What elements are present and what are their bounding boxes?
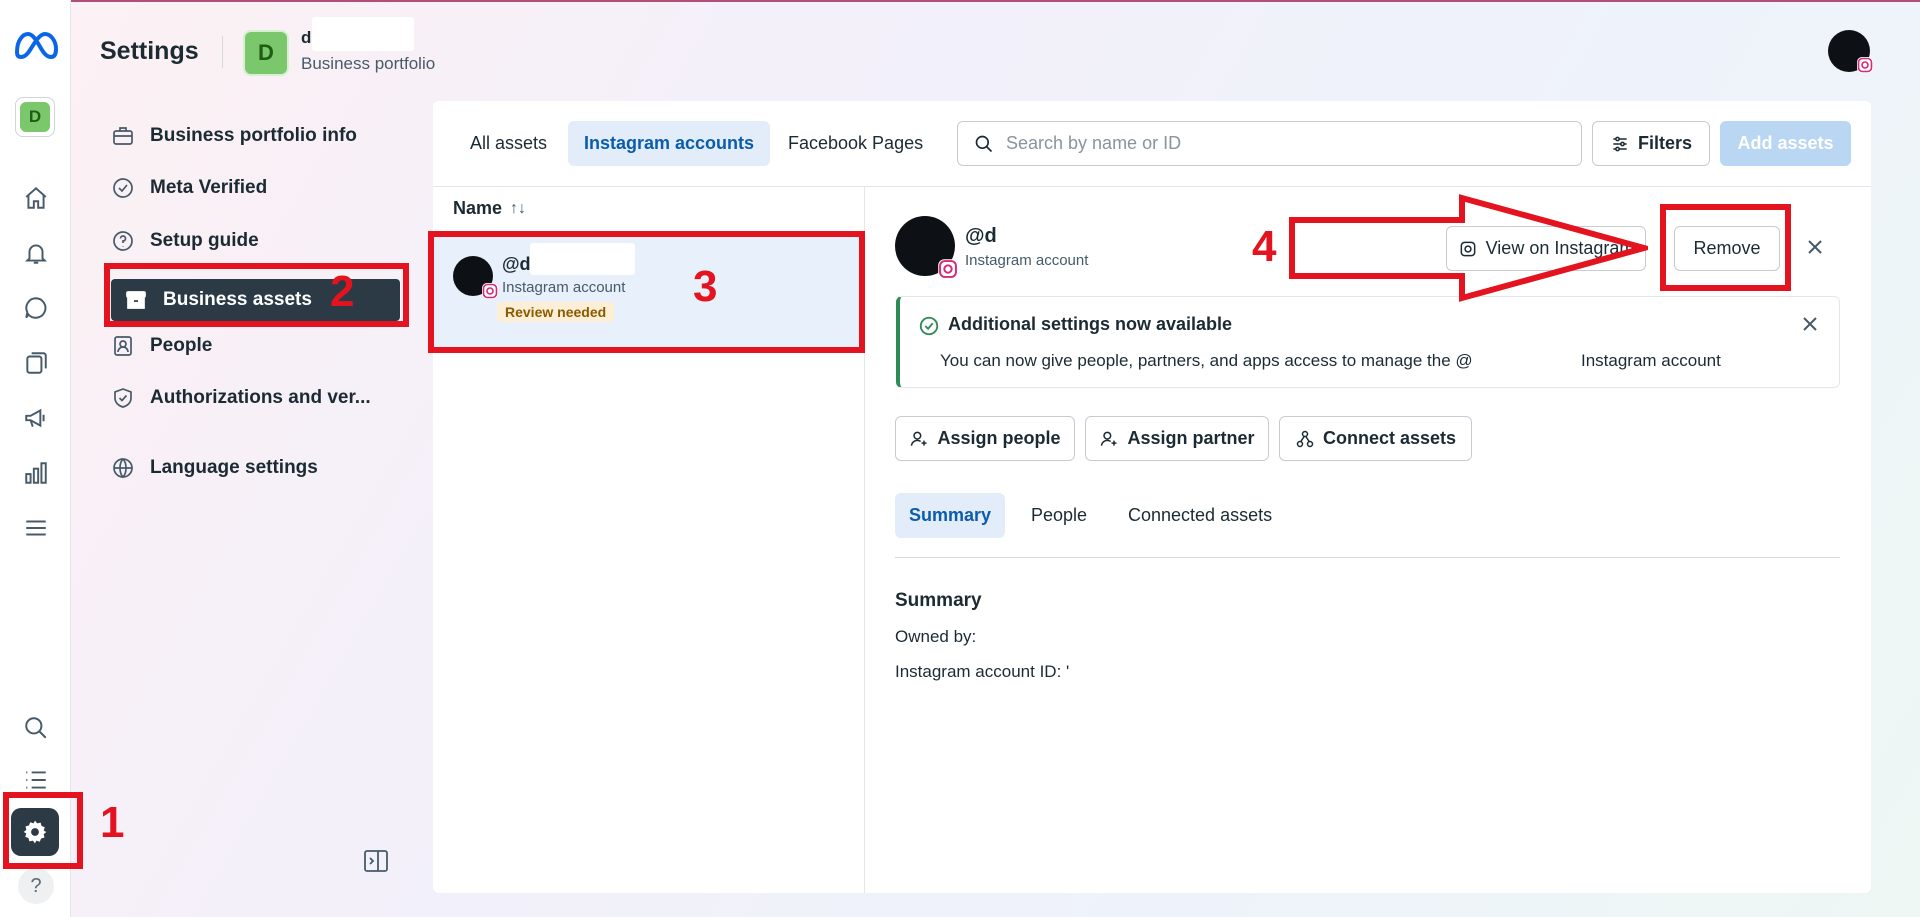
briefcase-icon [110, 123, 136, 149]
connect-nodes-icon [1296, 430, 1314, 447]
ads-megaphone-icon[interactable] [14, 398, 58, 438]
dismiss-notice-icon[interactable] [1797, 311, 1823, 337]
notice-text-tail: Instagram account [1581, 351, 1721, 370]
filters-button[interactable]: Filters [1592, 121, 1710, 166]
tab-summary[interactable]: Summary [895, 493, 1006, 538]
question-circle-icon [110, 228, 136, 254]
annotation-box-1 [3, 792, 83, 869]
left-rail: D ? [0, 0, 71, 917]
annotation-box-4 [1660, 204, 1791, 291]
annotation-arrow [1289, 194, 1648, 302]
help-icon[interactable]: ? [18, 868, 54, 904]
collapse-sidebar-icon[interactable] [363, 849, 389, 873]
menu-hamburger-icon[interactable] [14, 508, 58, 548]
annotation-box-3 [428, 231, 865, 353]
annotation-number-4: 4 [1252, 222, 1277, 271]
nav-label: Setup guide [150, 230, 259, 251]
connect-assets-button[interactable]: Connect assets [1279, 416, 1472, 461]
tab-all-assets[interactable]: All assets [454, 121, 563, 166]
portfolio-avatar: D [243, 30, 289, 76]
tab-instagram-accounts[interactable]: Instagram accounts [568, 121, 771, 166]
portfolio-name: d [301, 28, 312, 47]
nav-language-settings[interactable]: Language settings [110, 450, 318, 486]
notice-title: Additional settings now available [948, 314, 1233, 334]
nav-business-portfolio-info[interactable]: Business portfolio info [110, 118, 357, 154]
nav-label: People [150, 335, 213, 356]
shield-check-icon [110, 385, 136, 411]
search-icon [975, 135, 993, 152]
notice-text: You can now give people, partners, and a… [940, 351, 1473, 370]
insights-bar-chart-icon[interactable] [14, 453, 58, 493]
tab-facebook-pages[interactable]: Facebook Pages [772, 121, 939, 166]
annotation-number-2: 2 [330, 267, 355, 316]
sort-arrows-icon[interactable]: ↑↓ [510, 200, 526, 218]
detail-tabs-divider [895, 557, 1840, 558]
nav-people[interactable]: People [110, 328, 212, 364]
filter-sliders-icon [1613, 136, 1627, 151]
portfolio-switcher-avatar[interactable]: D [15, 97, 55, 137]
detail-handle: @d [965, 225, 997, 247]
card-header-divider [433, 186, 1871, 187]
nav-label: Language settings [150, 457, 318, 478]
detail-account-avatar [895, 216, 958, 279]
success-check-icon [919, 316, 939, 336]
close-detail-icon[interactable] [1802, 234, 1828, 260]
nav-meta-verified[interactable]: Meta Verified [110, 170, 267, 206]
owned-by-label: Owned by: [895, 627, 977, 646]
nav-authorizations[interactable]: Authorizations and ver... [110, 380, 371, 416]
nav-label: Authorizations and ver... [150, 387, 371, 408]
top-accent-line [0, 0, 1920, 2]
instagram-badge-icon [938, 259, 958, 279]
page-title: Settings [100, 37, 199, 65]
assign-partner-button[interactable]: Assign partner [1085, 416, 1269, 461]
person-add-icon [911, 431, 927, 446]
notifications-bell-icon[interactable] [14, 233, 58, 273]
assign-people-button[interactable]: Assign people [895, 416, 1075, 461]
annotation-number-3: 3 [693, 262, 718, 311]
additional-settings-notice: Additional settings now available You ca… [896, 296, 1840, 388]
messages-icon[interactable] [14, 288, 58, 328]
nav-label: Meta Verified [150, 177, 268, 198]
name-column-header[interactable]: Name ↑↓ [453, 198, 526, 219]
search-box[interactable] [957, 121, 1582, 166]
account-id-label: Instagram account ID: ' [895, 662, 1070, 681]
instagram-badge-icon [1857, 57, 1873, 73]
name-column-label: Name [453, 198, 503, 218]
nav-label: Business portfolio info [150, 125, 357, 146]
annotation-box-2 [104, 263, 409, 327]
portfolio-subtitle: Business portfolio [301, 54, 436, 73]
home-icon[interactable] [14, 178, 58, 218]
summary-heading: Summary [895, 590, 982, 611]
globe-icon [110, 455, 136, 481]
portfolio-initial: D [20, 102, 50, 132]
meta-logo-icon[interactable] [13, 30, 59, 60]
detail-account-type: Instagram account [965, 252, 1089, 269]
redaction-box [312, 17, 414, 51]
search-input[interactable] [1006, 133, 1566, 154]
connect-assets-label: Connect assets [1322, 428, 1457, 448]
add-assets-button[interactable]: Add assets [1720, 121, 1851, 166]
tab-people[interactable]: People [1017, 493, 1101, 538]
user-profile-avatar[interactable] [1828, 30, 1873, 73]
assign-partner-label: Assign partner [1127, 428, 1255, 448]
annotation-number-1: 1 [100, 798, 125, 847]
content-pages-icon[interactable] [14, 343, 58, 383]
partner-add-icon [1101, 431, 1117, 446]
header-divider [222, 36, 223, 68]
search-icon[interactable] [14, 708, 58, 748]
people-badge-icon [110, 333, 136, 359]
verified-badge-icon [110, 175, 136, 201]
filters-label: Filters [1637, 133, 1693, 153]
tab-connected-assets[interactable]: Connected assets [1114, 493, 1286, 538]
assign-people-label: Assign people [937, 428, 1061, 448]
nav-setup-guide[interactable]: Setup guide [110, 223, 259, 259]
